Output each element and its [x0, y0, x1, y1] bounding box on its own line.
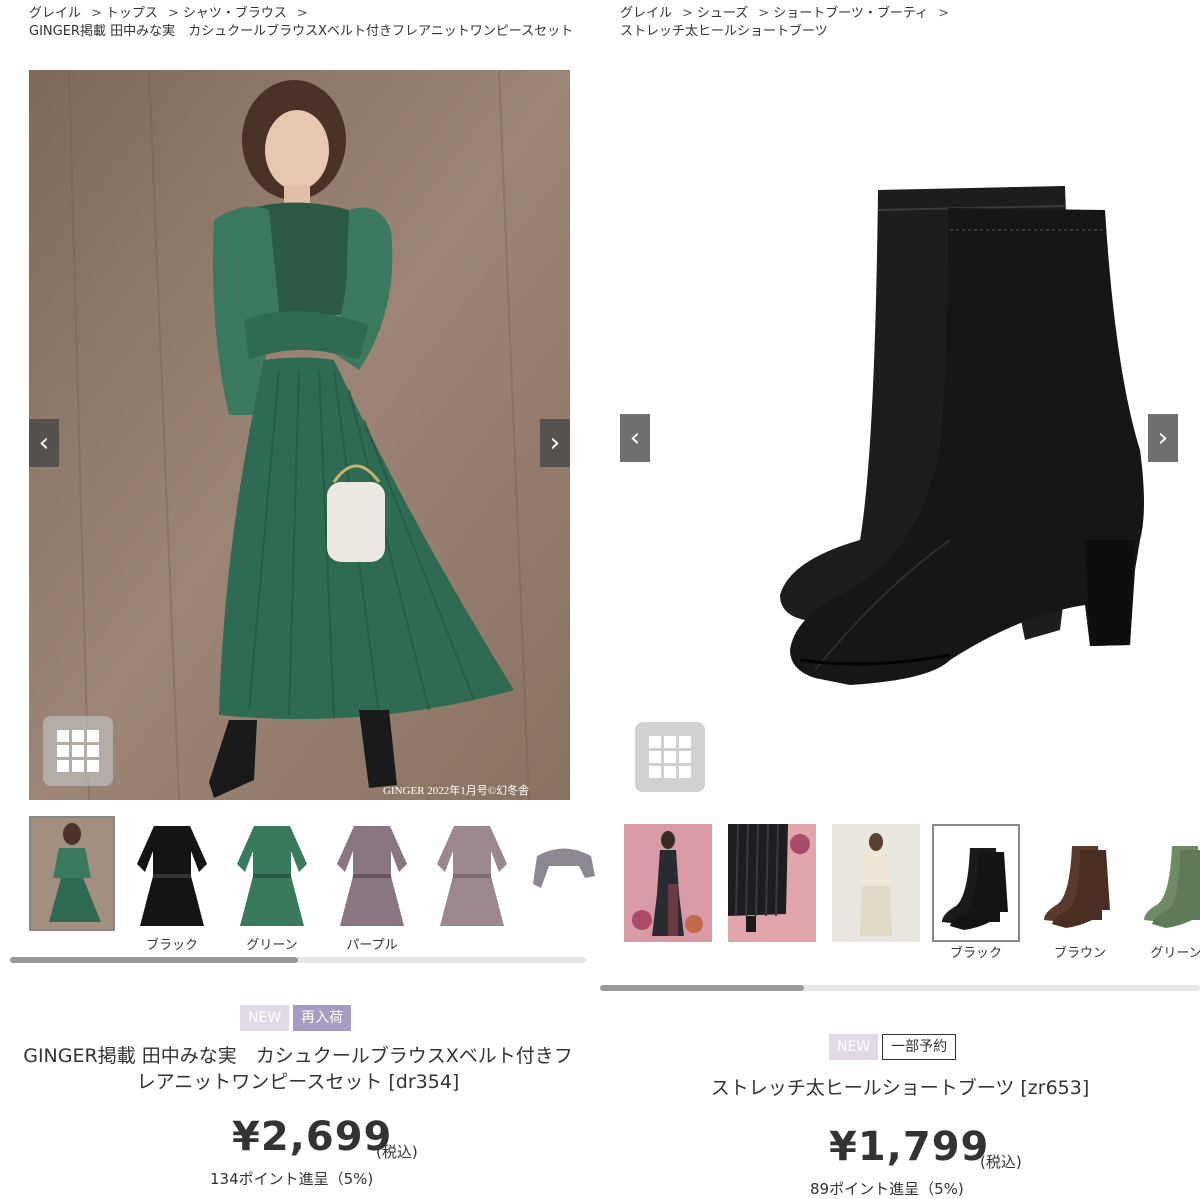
breadcrumb-item[interactable]: グレイル	[29, 6, 81, 21]
prev-image-button[interactable]: ‹	[29, 419, 59, 467]
boots-photo	[780, 186, 1144, 685]
new-badge: NEW	[829, 1034, 879, 1060]
breadcrumb-item[interactable]: シャツ・ブラウス	[183, 6, 287, 21]
model-photo: GINGER 2022年1月号©幻冬舎	[29, 70, 570, 800]
thumbnail-strip: ブラック ブラウン グリーン	[624, 824, 1200, 964]
grid-icon	[57, 730, 99, 772]
breadcrumb-separator: >	[758, 6, 770, 21]
breadcrumb-item[interactable]: ショートブーツ・ブーティ	[773, 6, 928, 21]
thumbnail-caption: パープル	[346, 938, 398, 953]
product-price: ¥2,699	[232, 1114, 393, 1160]
breadcrumb-item[interactable]: シューズ	[697, 6, 748, 21]
chevron-right-icon: ›	[549, 428, 561, 458]
breadcrumb: グレイル > トップス > シャツ・ブラウス > GINGER掲載 田中みな実 カシュクー…	[29, 5, 574, 41]
product-title: GINGER掲載 田中みな実 カシュクールブラウスXベルト付きフレアニットワンピ…	[23, 1045, 573, 1093]
tax-label: (税込)	[376, 1143, 418, 1161]
thumbnail-caption: ブラウン	[1053, 946, 1106, 961]
thumbnail-caption: グリーン	[1150, 946, 1200, 961]
thumbnail-strip: ブラック グリーン パープル	[29, 816, 596, 956]
breadcrumb-separator: >	[938, 6, 950, 21]
product-title: ストレッチ太ヒールショートブーツ [zr653]	[710, 1077, 1090, 1099]
thumbnail-caption: ブラック	[145, 938, 198, 953]
chevron-left-icon: ‹	[38, 428, 50, 458]
scrollbar-thumb[interactable]	[10, 957, 298, 963]
thumbnail-caption: ブラック	[949, 946, 1002, 961]
image-credit: GINGER 2022年1月号©幻冬舎	[383, 783, 529, 797]
badge-group: NEW 一部予約	[829, 1034, 957, 1060]
thumbnail-caption: グリーン	[246, 938, 298, 953]
gallery-grid-button[interactable]	[635, 722, 705, 792]
product-main-image[interactable]: ‹ ›	[620, 70, 1180, 800]
next-image-button[interactable]: ›	[540, 419, 570, 467]
product-panel-dress: グレイル > トップス > シャツ・ブラウス > GINGER掲載 田中みな実 カシュクー…	[0, 0, 596, 1199]
thumbnail-scrollbar[interactable]	[600, 985, 1200, 991]
chevron-left-icon: ‹	[629, 423, 641, 453]
product-panel-boots: グレイル > シューズ > ショートブーツ・ブーティ > ストレッチ太ヒールショートブーツ…	[600, 0, 1200, 1199]
breadcrumb-item[interactable]: トップス	[106, 6, 158, 21]
chevron-right-icon: ›	[1157, 423, 1169, 453]
points-label: 89ポイント進呈（5%)	[810, 1180, 964, 1198]
breadcrumb: グレイル > シューズ > ショートブーツ・ブーティ > ストレッチ太ヒールショートブーツ	[620, 5, 1180, 41]
grid-icon	[649, 736, 691, 778]
gallery-grid-button[interactable]	[43, 716, 113, 786]
breadcrumb-current: GINGER掲載 田中みな実 カシュクールブラウスXベルト付きフレアニットワンピ…	[29, 24, 574, 39]
breadcrumb-item[interactable]: グレイル	[620, 6, 672, 21]
breadcrumb-separator: >	[296, 6, 308, 21]
breadcrumb-current: ストレッチ太ヒールショートブーツ	[620, 24, 828, 39]
product-main-image[interactable]: GINGER 2022年1月号©幻冬舎 ‹ ›	[29, 70, 570, 800]
badge-group: NEW 再入荷	[240, 1005, 352, 1031]
new-badge: NEW	[240, 1005, 290, 1031]
tax-label: (税込)	[980, 1153, 1022, 1171]
scrollbar-thumb[interactable]	[600, 985, 804, 991]
restock-badge: 再入荷	[293, 1005, 352, 1031]
breadcrumb-separator: >	[167, 6, 179, 21]
preorder-badge: 一部予約	[882, 1034, 957, 1060]
product-price: ¥1,799	[829, 1124, 990, 1170]
next-image-button[interactable]: ›	[1148, 414, 1178, 462]
breadcrumb-separator: >	[91, 6, 102, 21]
points-label: 134ポイント進呈（5%)	[210, 1170, 374, 1188]
thumbnail-scrollbar[interactable]	[10, 957, 586, 963]
prev-image-button[interactable]: ‹	[620, 414, 650, 462]
breadcrumb-separator: >	[682, 6, 693, 21]
